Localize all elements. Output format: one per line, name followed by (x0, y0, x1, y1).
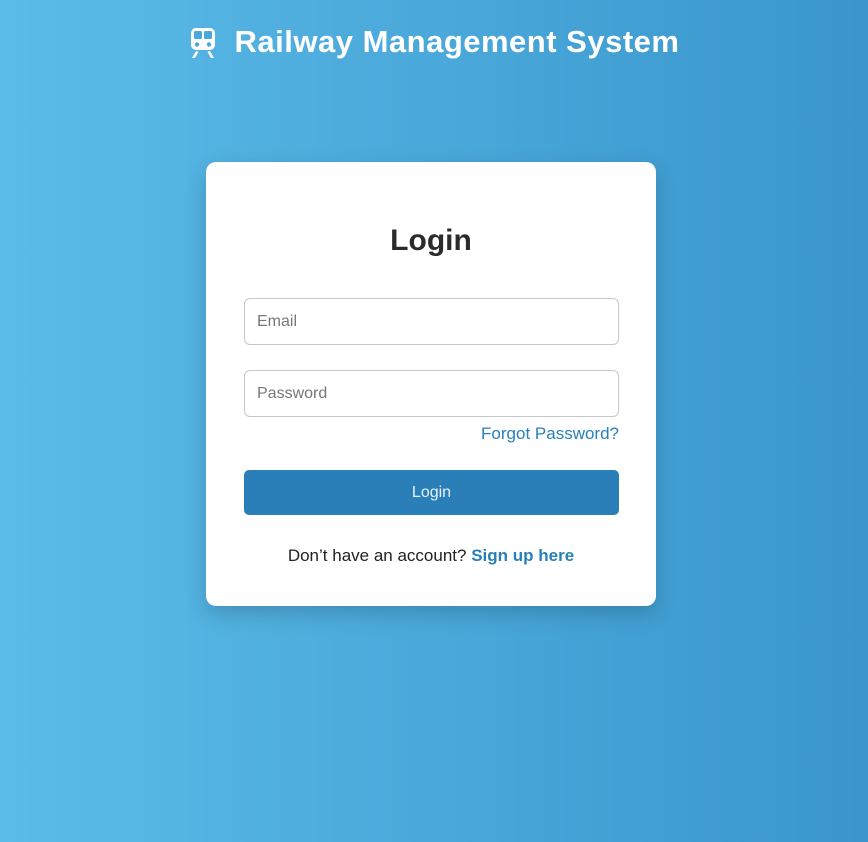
app-header: Railway Management System (0, 24, 868, 60)
app-title: Railway Management System (234, 24, 680, 59)
login-button[interactable]: Login (244, 470, 619, 515)
login-card: Login Forgot Password? Login Don’t have … (206, 162, 656, 606)
train-icon (189, 27, 217, 59)
login-heading: Login (390, 224, 472, 257)
signup-prompt: Don’t have an account? (287, 546, 467, 565)
signup-link[interactable]: Sign up here (471, 546, 574, 565)
signup-line: Don’t have an account? Sign up here (206, 546, 656, 566)
email-field[interactable] (244, 298, 619, 345)
forgot-password-link[interactable]: Forgot Password? (481, 424, 619, 444)
password-field[interactable] (244, 370, 619, 417)
